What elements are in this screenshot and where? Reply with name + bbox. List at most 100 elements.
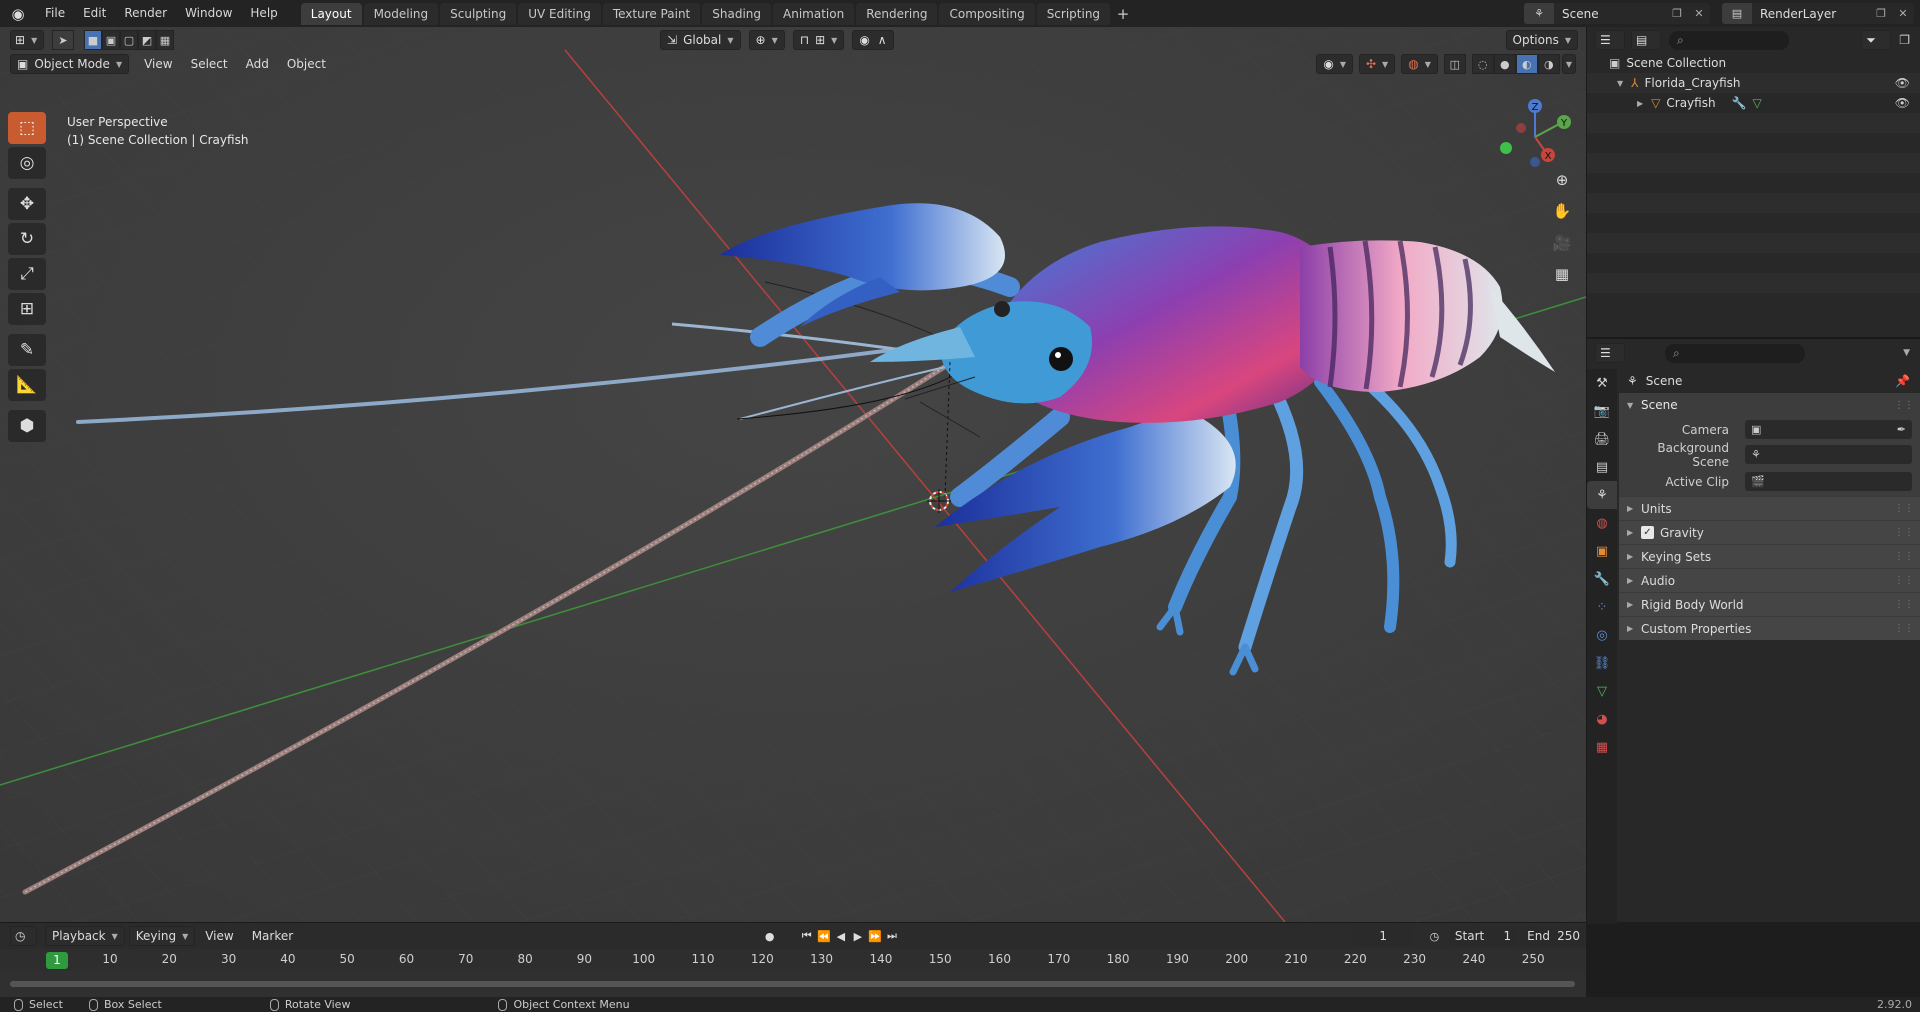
tab-sculpting[interactable]: Sculpting xyxy=(440,2,517,25)
outliner-search-input[interactable]: ⌕ xyxy=(1669,30,1789,50)
select-new-mode-icon[interactable]: ■ xyxy=(84,30,102,50)
gizmo-dropdown[interactable]: ✣ ▼ xyxy=(1358,54,1396,74)
proportional-edit-dropdown[interactable]: ◉ ∧ xyxy=(852,30,894,50)
render-tab-icon[interactable]: 📷 xyxy=(1587,397,1617,425)
preview-range-clock-icon[interactable]: ◷ xyxy=(1426,927,1443,946)
drag-grip-icon[interactable]: ⋮⋮ xyxy=(1894,599,1914,610)
tab-shading[interactable]: Shading xyxy=(702,2,771,25)
menu-window[interactable]: Window xyxy=(176,0,241,27)
add-cube-tool-icon[interactable]: ⬢ xyxy=(8,410,46,442)
mesh-data-icon[interactable]: ▽ xyxy=(1753,96,1762,110)
viewport-menu-view[interactable]: View xyxy=(135,57,181,71)
tab-rendering[interactable]: Rendering xyxy=(856,2,938,25)
outliner-row-crayfish[interactable]: ▶ ▽ Crayfish 🔧 ▽ 👁 xyxy=(1587,93,1920,113)
physics-tab-icon[interactable]: ◎ xyxy=(1587,621,1617,649)
filter-dropdown[interactable]: ⏷ xyxy=(1861,30,1892,50)
new-collection-icon[interactable]: ❐ xyxy=(1899,33,1910,47)
world-tab-icon[interactable]: ◍ xyxy=(1587,509,1617,537)
visibility-eye-icon[interactable]: 👁 xyxy=(1895,76,1910,90)
shading-options-dropdown[interactable]: ▼ xyxy=(1561,54,1576,74)
tab-texture-paint[interactable]: Texture Paint xyxy=(602,2,701,25)
options-dropdown[interactable]: Options ▼ xyxy=(1505,30,1578,50)
transform-tool-icon[interactable]: ⊞ xyxy=(8,293,46,325)
audio-panel-header[interactable]: ▶ Audio ⋮⋮ xyxy=(1619,568,1920,592)
object-tab-icon[interactable]: ▣ xyxy=(1587,537,1617,565)
measure-tool-icon[interactable]: 📐 xyxy=(8,369,46,401)
chevron-down-icon[interactable]: ▼ xyxy=(1903,348,1910,358)
view-layer-icon[interactable]: ▤ xyxy=(1722,3,1752,24)
select-tool-cursor-icon[interactable]: ➤ xyxy=(52,30,74,50)
drag-grip-icon[interactable]: ⋮⋮ xyxy=(1894,551,1914,562)
perspective-grid-icon[interactable]: ▦ xyxy=(1547,260,1577,288)
display-mode-dropdown[interactable]: ▤ xyxy=(1631,30,1661,50)
timeline-body[interactable] xyxy=(0,971,1586,998)
scene-panel-header[interactable]: ▼ Scene ⋮⋮ xyxy=(1619,393,1920,417)
object-mode-dropdown[interactable]: ▣ Object Mode ▼ xyxy=(10,54,130,74)
visibility-eye-icon[interactable]: 👁 xyxy=(1895,96,1910,110)
output-tab-icon[interactable]: 🖨 xyxy=(1587,425,1617,453)
playback-dropdown[interactable]: Playback ▼ xyxy=(45,926,125,946)
modifier-wrench-icon[interactable]: 🔧 xyxy=(1732,96,1747,110)
custom-properties-panel-header[interactable]: ▶ Custom Properties ⋮⋮ xyxy=(1619,616,1920,640)
snap-dropdown[interactable]: ⊓ ⊞ ▼ xyxy=(792,30,845,50)
transform-orientation-dropdown[interactable]: ⇲ Global ▼ xyxy=(660,30,741,50)
view-layer-tab-icon[interactable]: ▤ xyxy=(1587,453,1617,481)
annotate-tool-icon[interactable]: ✎ xyxy=(8,334,46,366)
menu-file[interactable]: File xyxy=(36,0,74,27)
frame-ruler[interactable]: 1 10 20 30 40 50 60 70 80 90 100 110 120 130 140 150 160… xyxy=(0,949,1586,971)
solid-shading-icon[interactable]: ● xyxy=(1493,54,1516,74)
tab-animation[interactable]: Animation xyxy=(773,2,855,25)
outliner-row-scene-collection[interactable]: ▣ Scene Collection xyxy=(1587,53,1920,73)
3d-viewport[interactable]: ⊞ ▼ ➤ ■ ▣ ▢ ◩ ▦ ⇲ Global ▼ ⊕ ▼ ⊓ ⊞ ▼ ◉ ∧ Option… xyxy=(0,27,1586,922)
rendered-shading-icon[interactable]: ◑ xyxy=(1537,54,1560,74)
select-subtract-mode-icon[interactable]: ▢ xyxy=(120,30,138,50)
select-box-tool-icon[interactable]: ⬚ xyxy=(8,112,46,144)
collapse-arrow-icon[interactable]: ▶ xyxy=(1637,99,1643,108)
timeline-editor-type-dropdown[interactable]: ◷ xyxy=(10,926,38,946)
camera-field[interactable]: ▣ ✒ xyxy=(1745,420,1912,439)
drag-grip-icon[interactable]: ⋮⋮ xyxy=(1894,623,1914,634)
drag-grip-icon[interactable]: ⋮⋮ xyxy=(1894,575,1914,586)
tab-modeling[interactable]: Modeling xyxy=(363,2,439,25)
xray-toggle-icon[interactable]: ◫ xyxy=(1443,54,1466,74)
properties-editor-type-dropdown[interactable]: ☰ xyxy=(1595,343,1625,363)
modifier-tab-icon[interactable]: 🔧 xyxy=(1587,565,1617,593)
tool-tab-icon[interactable]: ⚒ xyxy=(1587,369,1617,397)
new-view-layer-icon[interactable]: ❐ xyxy=(1870,3,1892,24)
rotate-tool-icon[interactable]: ↻ xyxy=(8,223,46,255)
data-tab-icon[interactable]: ▽ xyxy=(1587,677,1617,705)
scene-icon[interactable]: ⚘ xyxy=(1524,3,1554,24)
viewport-menu-add[interactable]: Add xyxy=(237,57,278,71)
blender-logo-icon[interactable]: ◉ xyxy=(0,0,36,27)
overlays-dropdown[interactable]: ◍ ▼ xyxy=(1401,54,1438,74)
timeline-menu-marker[interactable]: Marker xyxy=(252,929,293,943)
zoom-icon[interactable]: ⊕ xyxy=(1547,166,1577,194)
move-tool-icon[interactable]: ✥ xyxy=(8,188,46,220)
play-icon[interactable]: ▶ xyxy=(849,927,866,946)
start-frame-field[interactable]: Start 1 xyxy=(1448,926,1518,946)
drag-grip-icon[interactable]: ⋮⋮ xyxy=(1894,503,1914,514)
rigid-body-world-panel-header[interactable]: ▶ Rigid Body World ⋮⋮ xyxy=(1619,592,1920,616)
editor-type-dropdown[interactable]: ⊞ ▼ xyxy=(10,30,44,50)
outliner-editor-type-dropdown[interactable]: ☰ xyxy=(1595,30,1625,50)
gravity-panel-header[interactable]: ▶ ✓ Gravity ⋮⋮ xyxy=(1619,520,1920,544)
menu-edit[interactable]: Edit xyxy=(74,0,115,27)
new-scene-icon[interactable]: ❐ xyxy=(1666,3,1688,24)
tab-layout[interactable]: Layout xyxy=(300,2,362,25)
expand-arrow-icon[interactable]: ▼ xyxy=(1617,79,1623,88)
pin-icon[interactable]: 📌 xyxy=(1895,374,1910,388)
timeline-menu-view[interactable]: View xyxy=(205,929,233,943)
viewport-menu-object[interactable]: Object xyxy=(278,57,335,71)
material-tab-icon[interactable]: ◕ xyxy=(1587,705,1617,733)
delete-scene-icon[interactable]: ✕ xyxy=(1688,3,1710,24)
scene-tab-icon[interactable]: ⚘ xyxy=(1587,481,1617,509)
properties-search-input[interactable]: ⌕ xyxy=(1665,343,1805,363)
keying-dropdown[interactable]: Keying ▼ xyxy=(128,926,196,946)
drag-grip-icon[interactable]: ⋮⋮ xyxy=(1894,527,1914,538)
gravity-checkbox[interactable]: ✓ xyxy=(1641,526,1654,539)
delete-view-layer-icon[interactable]: ✕ xyxy=(1892,3,1914,24)
texture-tab-icon[interactable]: ▦ xyxy=(1587,733,1617,761)
record-keyframe-icon[interactable]: ● xyxy=(761,927,778,946)
tab-compositing[interactable]: Compositing xyxy=(939,2,1035,25)
visibility-dropdown[interactable]: ◉ ▼ xyxy=(1316,54,1353,74)
